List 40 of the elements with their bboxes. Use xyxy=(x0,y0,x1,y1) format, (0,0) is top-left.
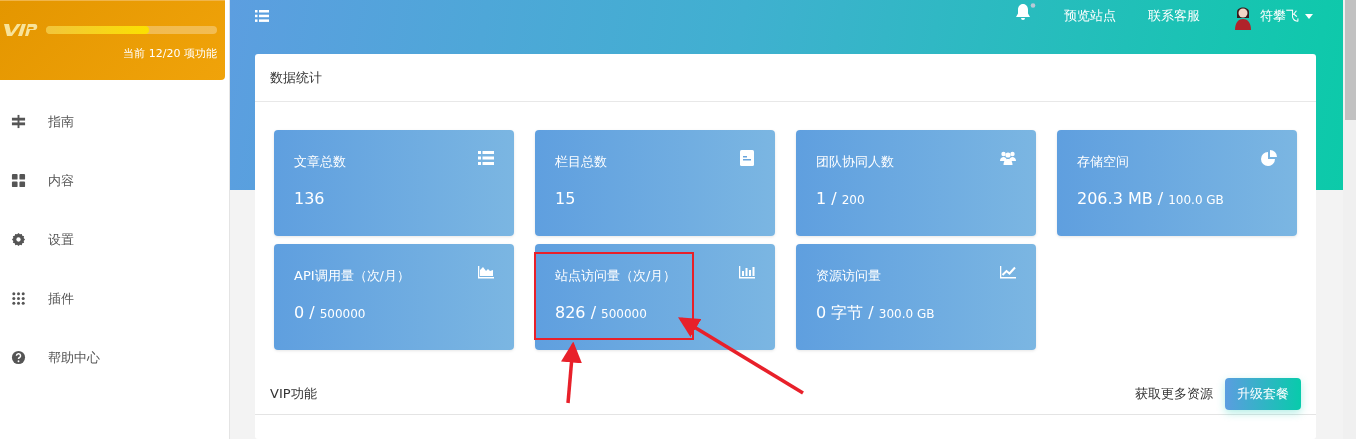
signpost-icon xyxy=(11,114,26,129)
stat-title: 文章总数 xyxy=(294,153,346,171)
sidebar-item[interactable]: 指南 xyxy=(0,92,229,151)
users-icon xyxy=(1000,150,1016,166)
stat-value: 0 字节 / 300.0 GB xyxy=(816,303,936,324)
progress-text: 当前 12/20 项功能 xyxy=(122,46,217,61)
caret-icon[interactable] xyxy=(1305,13,1313,19)
menu-icon[interactable] xyxy=(255,10,269,22)
stat-value: 0 / 500000 xyxy=(294,303,367,322)
stat-title: 栏目总数 xyxy=(555,153,607,171)
annotation-arrow xyxy=(561,341,582,404)
list-icon xyxy=(478,150,494,166)
stat-value: 826 / 500000 xyxy=(555,303,648,322)
more-resources-link[interactable]: 获取更多资源 xyxy=(1135,385,1213,403)
line-chart-icon xyxy=(1000,264,1016,280)
sidebar-item[interactable]: 设置 xyxy=(0,210,229,269)
sidebar-item[interactable]: 插件 xyxy=(0,269,229,328)
document-icon xyxy=(739,150,755,166)
dots-grid-icon xyxy=(11,291,26,306)
notification-bell-icon[interactable] xyxy=(1014,3,1036,23)
vip-logo-icon xyxy=(2,23,38,37)
stat-title: 资源访问量 xyxy=(816,267,881,285)
section-title: VIP功能 xyxy=(270,385,317,403)
stat-title: 团队协同人数 xyxy=(816,153,894,171)
panel-title: 数据统计 xyxy=(255,54,1316,102)
bar-chart-icon xyxy=(739,264,755,280)
stat-title: 存储空间 xyxy=(1077,153,1129,171)
stat-value: 15 xyxy=(555,189,577,208)
stat-value: 136 xyxy=(294,189,326,208)
help-icon xyxy=(11,350,26,365)
grid-icon xyxy=(11,173,26,188)
stat-value: 1 / 200 xyxy=(816,189,866,208)
area-chart-icon xyxy=(478,264,494,280)
stat-title: 站点访问量（次/月） xyxy=(555,267,677,285)
sidebar-item[interactable]: 帮助中心 xyxy=(0,328,229,387)
pie-chart-icon xyxy=(1261,150,1277,166)
stat-title: API调用量（次/月） xyxy=(294,267,410,285)
settings-icon xyxy=(11,232,26,247)
sidebar-item[interactable]: 内容 xyxy=(0,151,229,210)
stat-value: 206.3 MB / 100.0 GB xyxy=(1077,189,1225,208)
